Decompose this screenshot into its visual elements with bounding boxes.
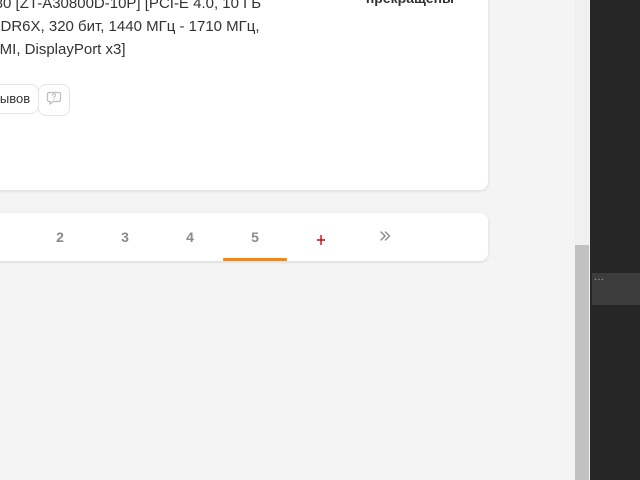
product-card: карта ZOTAC GAMING GeForce RTX 3080 [ZT-… (0, 0, 488, 190)
stock-status: Продажи прекращены (350, 0, 454, 8)
double-chevron-right-icon (379, 229, 391, 245)
last-page-button[interactable] (353, 213, 417, 261)
pagination: 2 3 4 5 (0, 213, 488, 261)
page-4-link[interactable]: 4 (158, 213, 222, 261)
side-panel (590, 0, 640, 480)
product-title[interactable]: карта ZOTAC GAMING GeForce RTX 3080 [ZT-… (0, 0, 268, 61)
reviews-button-label: отзывов (0, 91, 31, 106)
scrollbar-thumb[interactable] (575, 245, 589, 480)
cursor-plus-icon (316, 232, 326, 246)
reviews-button[interactable]: отзывов (0, 84, 40, 114)
page-5-link-active[interactable]: 5 (223, 213, 287, 261)
discuss-button[interactable] (38, 84, 70, 116)
more-dots-icon: ··· (594, 274, 604, 285)
chat-question-icon (46, 90, 62, 111)
page-3-link[interactable]: 3 (93, 213, 157, 261)
page-2-link[interactable]: 2 (28, 213, 92, 261)
